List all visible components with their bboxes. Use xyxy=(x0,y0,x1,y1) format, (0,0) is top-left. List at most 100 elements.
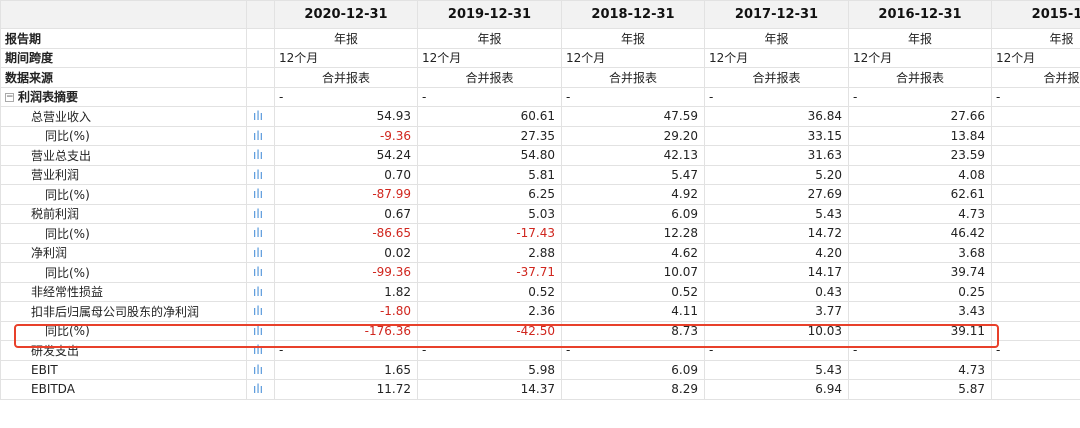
column-date-header[interactable]: 2020-12-31 xyxy=(274,0,418,29)
row-value-cell: 1.65 xyxy=(274,359,418,380)
row-value-cell: - xyxy=(417,340,562,361)
row-empty-cell xyxy=(991,145,1080,166)
section-header[interactable]: − 利润表摘要 xyxy=(0,86,247,107)
bar-chart-icon[interactable]: ılı xyxy=(253,187,263,201)
row-empty-cell xyxy=(991,203,1080,224)
table-row: 营业总支出 ılı 54.24 54.80 42.13 31.63 23.59 xyxy=(0,145,1080,166)
meta-label-span: 期间跨度 xyxy=(0,47,247,68)
row-chart-cell[interactable]: ılı xyxy=(246,164,275,185)
meta-label-period: 报告期 xyxy=(0,28,247,49)
bar-chart-icon[interactable]: ılı xyxy=(253,324,263,338)
column-date-header[interactable]: 2016-12-31 xyxy=(848,0,992,29)
row-value-cell: 62.61 xyxy=(848,184,992,205)
row-chart-cell[interactable]: ılı xyxy=(246,242,275,263)
row-value-cell: 27.66 xyxy=(848,106,992,127)
bar-chart-icon[interactable]: ılı xyxy=(253,207,263,221)
row-empty-cell xyxy=(991,262,1080,283)
column-date-header[interactable]: 2018-12-31 xyxy=(561,0,705,29)
table-row: 同比(%) ılı -99.36 -37.71 10.07 14.17 39.74 xyxy=(0,262,1080,283)
meta-value-span: 12个月 xyxy=(991,47,1080,68)
bar-chart-icon[interactable]: ılı xyxy=(253,285,263,299)
row-value-cell: 4.73 xyxy=(848,359,992,380)
row-label: EBITDA xyxy=(0,379,247,400)
financial-table-view: 2020-12-31 2019-12-31 2018-12-31 2017-12-31… xyxy=(0,0,1080,428)
bar-chart-icon[interactable]: ılı xyxy=(253,246,263,260)
section-empty-value: - xyxy=(274,86,418,107)
meta-value-source: 合并报表 xyxy=(848,67,992,88)
row-chart-cell[interactable]: ılı xyxy=(246,184,275,205)
row-value-cell: 2.88 xyxy=(417,242,562,263)
row-chart-cell[interactable]: ılı xyxy=(246,106,275,127)
bar-chart-icon[interactable]: ılı xyxy=(253,304,263,318)
meta-value-period: 年报 xyxy=(991,28,1080,49)
row-value-cell: 5.43 xyxy=(704,359,849,380)
row-value-cell: 3.43 xyxy=(848,301,992,322)
row-value-cell: 4.62 xyxy=(561,242,705,263)
bar-chart-icon[interactable]: ılı xyxy=(253,148,263,162)
meta-row-source: 数据来源 合并报表 合并报表 合并报表 合并报表 合并报表 合并报 xyxy=(0,67,1080,88)
row-value-cell: 4.92 xyxy=(561,184,705,205)
meta-value-source: 合并报表 xyxy=(274,67,418,88)
bar-chart-icon[interactable]: ılı xyxy=(253,129,263,143)
row-value-cell: -1.80 xyxy=(274,301,418,322)
row-value-cell: 27.35 xyxy=(417,125,562,146)
row-value-cell: -42.50 xyxy=(417,320,562,341)
row-value-cell: -86.65 xyxy=(274,223,418,244)
row-value-cell: 3.68 xyxy=(848,242,992,263)
row-value-cell: 5.03 xyxy=(417,203,562,224)
row-empty-cell xyxy=(991,359,1080,380)
meta-chart-spacer xyxy=(246,47,275,68)
row-label: 同比(%) xyxy=(0,262,247,283)
column-date-header[interactable]: 2017-12-31 xyxy=(704,0,849,29)
row-value-cell: - xyxy=(848,340,992,361)
bar-chart-icon[interactable]: ılı xyxy=(253,109,263,123)
row-label: 同比(%) xyxy=(0,125,247,146)
row-value-cell: - xyxy=(561,340,705,361)
bar-chart-icon[interactable]: ılı xyxy=(253,226,263,240)
meta-value-span: 12个月 xyxy=(417,47,562,68)
row-label: 营业总支出 xyxy=(0,145,247,166)
table-row-highlighted: 扣非后归属母公司股东的净利润 ılı -1.80 2.36 4.11 3.77 3.43 xyxy=(0,301,1080,322)
row-value-cell: 54.93 xyxy=(274,106,418,127)
row-value-cell: 5.47 xyxy=(561,164,705,185)
row-chart-cell[interactable]: ılı xyxy=(246,145,275,166)
row-chart-cell[interactable]: ılı xyxy=(246,379,275,400)
row-value-cell: 1.82 xyxy=(274,281,418,302)
row-value-cell: 4.11 xyxy=(561,301,705,322)
row-value-cell: 27.69 xyxy=(704,184,849,205)
table-row: 总营业收入 ılı 54.93 60.61 47.59 36.84 27.66 xyxy=(0,106,1080,127)
row-chart-cell[interactable]: ılı xyxy=(246,359,275,380)
bar-chart-icon[interactable]: ılı xyxy=(253,265,263,279)
row-chart-cell[interactable]: ılı xyxy=(246,262,275,283)
row-value-cell: - xyxy=(704,340,849,361)
row-value-cell: -87.99 xyxy=(274,184,418,205)
meta-value-period: 年报 xyxy=(561,28,705,49)
row-value-cell: 6.09 xyxy=(561,203,705,224)
row-chart-cell[interactable]: ılı xyxy=(246,125,275,146)
row-chart-cell[interactable]: ılı xyxy=(246,301,275,322)
column-date-header[interactable]: 2015-12 xyxy=(991,0,1080,29)
meta-value-span: 12个月 xyxy=(704,47,849,68)
meta-value-period: 年报 xyxy=(274,28,418,49)
bar-chart-icon[interactable]: ılı xyxy=(253,363,263,377)
row-empty-cell xyxy=(991,281,1080,302)
table-row: EBITDA ılı 11.72 14.37 8.29 6.94 5.87 xyxy=(0,379,1080,400)
row-label: 研发支出 xyxy=(0,340,247,361)
bar-chart-icon[interactable]: ılı xyxy=(253,168,263,182)
bar-chart-icon[interactable]: ılı xyxy=(253,343,263,357)
meta-value-span: 12个月 xyxy=(848,47,992,68)
row-chart-cell[interactable]: ılı xyxy=(246,223,275,244)
row-chart-cell[interactable]: ılı xyxy=(246,340,275,361)
row-empty-cell xyxy=(991,242,1080,263)
row-chart-cell[interactable]: ılı xyxy=(246,320,275,341)
meta-row-span: 期间跨度 12个月 12个月 12个月 12个月 12个月 12个月 xyxy=(0,47,1080,68)
bar-chart-icon[interactable]: ılı xyxy=(253,382,263,396)
row-value-cell: 5.43 xyxy=(704,203,849,224)
collapse-toggle-icon[interactable]: − xyxy=(5,93,14,103)
row-value-cell: 14.72 xyxy=(704,223,849,244)
column-date-header[interactable]: 2019-12-31 xyxy=(417,0,562,29)
row-chart-cell[interactable]: ılı xyxy=(246,203,275,224)
row-chart-cell[interactable]: ılı xyxy=(246,281,275,302)
row-value-cell: 54.24 xyxy=(274,145,418,166)
row-value-cell: 33.15 xyxy=(704,125,849,146)
